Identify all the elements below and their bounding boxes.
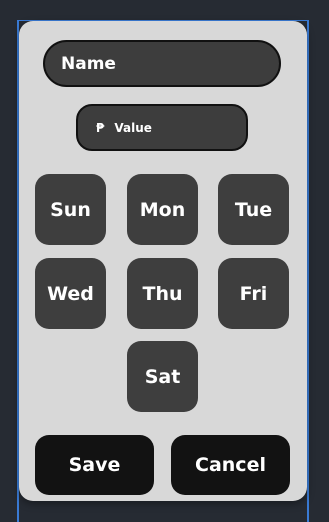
name-input[interactable]: Name xyxy=(43,40,281,87)
day-button-mon[interactable]: Mon xyxy=(127,174,198,245)
day-button-tue[interactable]: Tue xyxy=(218,174,289,245)
form-card: Name ₱ Value Sun Mon Tue Wed Thu Fri Sat… xyxy=(19,21,307,501)
day-button-thu[interactable]: Thu xyxy=(127,258,198,329)
peso-icon: ₱ xyxy=(96,120,105,135)
day-button-sun[interactable]: Sun xyxy=(35,174,106,245)
value-input[interactable]: ₱ Value xyxy=(76,104,248,151)
cancel-button[interactable]: Cancel xyxy=(171,435,290,495)
day-button-sat[interactable]: Sat xyxy=(127,341,198,412)
save-button[interactable]: Save xyxy=(35,435,154,495)
day-button-wed[interactable]: Wed xyxy=(35,258,106,329)
value-placeholder: Value xyxy=(114,120,152,135)
screen: Name ₱ Value Sun Mon Tue Wed Thu Fri Sat… xyxy=(0,0,329,522)
window-edge-right xyxy=(307,20,309,522)
day-button-fri[interactable]: Fri xyxy=(218,258,289,329)
name-placeholder: Name xyxy=(61,53,116,74)
